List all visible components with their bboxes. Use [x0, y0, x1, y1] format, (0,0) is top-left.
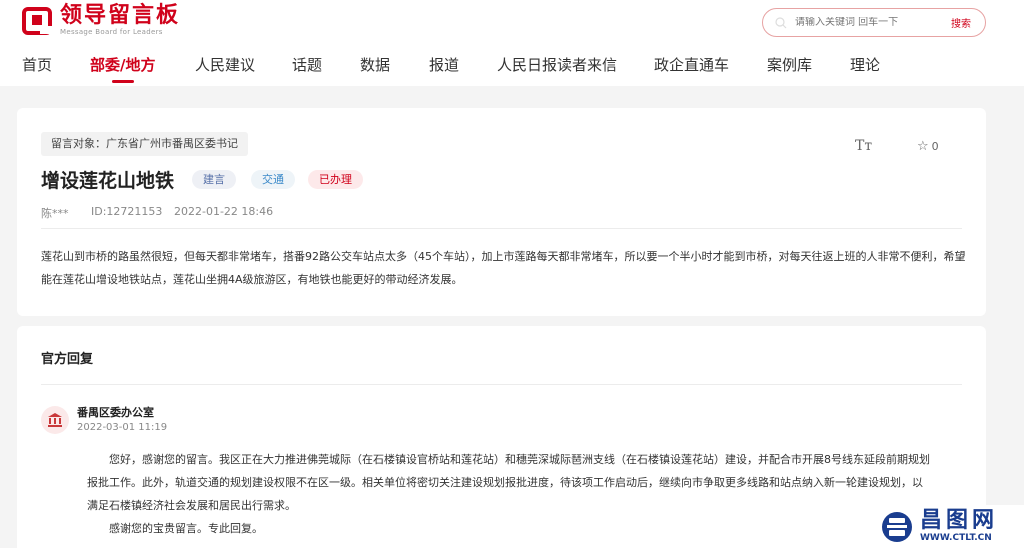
- divider: [41, 228, 962, 229]
- logo-icon: [22, 6, 52, 35]
- logo-title: 领导留言板: [60, 3, 181, 28]
- reply-body: 您好，感谢您的留言。我区正在大力推进佛莞城际（在石楼镇设官桥站和莲花站）和穗莞深…: [87, 448, 967, 540]
- message-title: 增设莲花山地铁: [41, 170, 175, 192]
- site-logo[interactable]: 领导留言板 Message Board for Leaders: [22, 4, 180, 37]
- message-card: 留言对象：广东省广州市番禺区委书记 Tт ☆ 0 增设莲花山地铁 建言 交通 已…: [17, 108, 986, 316]
- reply-heading: 官方回复: [41, 352, 94, 367]
- search-box: 搜索: [762, 8, 986, 37]
- nav-active-indicator: [112, 80, 134, 83]
- favorite-button[interactable]: ☆ 0: [917, 139, 939, 154]
- message-date: 2022-01-22 18:46: [174, 205, 274, 218]
- search-icon: [775, 16, 787, 28]
- nav-item-data[interactable]: 数据: [360, 54, 390, 75]
- nav-item-topics[interactable]: 话题: [292, 54, 322, 75]
- tag-traffic: 交通: [251, 170, 295, 189]
- nav-item-cases[interactable]: 案例库: [767, 54, 812, 75]
- watermark-title: 昌图网: [920, 508, 999, 533]
- tag-suggestion: 建言: [192, 170, 236, 189]
- search-input[interactable]: [795, 17, 935, 28]
- reply-date: 2022-03-01 11:19: [77, 422, 168, 433]
- watermark: 昌图网 WWW.CTLT.CN: [878, 505, 1024, 548]
- search-button[interactable]: 搜索: [951, 15, 971, 30]
- reply-paragraph: 您好，感谢您的留言。我区正在大力推进佛莞城际（在石楼镇设官桥站和莲花站）和穗莞深…: [109, 453, 930, 466]
- reply-paragraph: 感谢您的宝贵留言。专此回复。: [109, 522, 263, 535]
- status-badge: 已办理: [308, 170, 363, 189]
- nav-item-suggestions[interactable]: 人民建议: [195, 54, 255, 75]
- font-size-icon[interactable]: Tт: [855, 138, 872, 154]
- top-header: 领导留言板 Message Board for Leaders 搜索 首页 部委…: [0, 0, 1024, 86]
- star-icon: ☆: [917, 139, 929, 154]
- watermark-logo-icon: [882, 511, 912, 542]
- message-author: 陈***: [41, 207, 69, 220]
- reply-office: 番禺区委办公室: [77, 406, 154, 419]
- divider: [41, 384, 962, 385]
- message-content: 莲花山到市桥的路虽然很短，但每天都非常堵车，搭番92路公交车站点太多（45个车站…: [41, 250, 966, 286]
- reply-card: 官方回复 番禺区委办公室 2022-03-01 11:19 您好，感谢您的留言。…: [17, 326, 986, 548]
- main-nav: 首页 部委/地方 人民建议 话题 数据 报道 人民日报读者来信 政企直通车 案例…: [0, 52, 1024, 86]
- nav-item-theory[interactable]: 理论: [850, 54, 880, 75]
- watermark-url: WWW.CTLT.CN: [920, 533, 992, 543]
- nav-item-reader-letters[interactable]: 人民日报读者来信: [497, 54, 617, 75]
- message-id: ID:12721153: [91, 205, 163, 218]
- favorite-count: 0: [931, 140, 939, 153]
- nav-item-reports[interactable]: 报道: [429, 54, 459, 75]
- government-building-icon: [41, 406, 69, 434]
- nav-item-enterprise[interactable]: 政企直通车: [654, 54, 729, 75]
- reply-paragraph: 报批工作。此外，轨道交通的规划建设权限不在区一级。相关单位将密切关注建设规划报批…: [87, 476, 923, 489]
- logo-subtitle: Message Board for Leaders: [60, 28, 163, 36]
- nav-item-ministries[interactable]: 部委/地方: [90, 54, 155, 75]
- nav-item-home[interactable]: 首页: [22, 54, 52, 75]
- reply-paragraph: 满足石楼镇经济社会发展和居民出行需求。: [87, 499, 296, 512]
- message-target: 留言对象：广东省广州市番禺区委书记: [41, 132, 248, 156]
